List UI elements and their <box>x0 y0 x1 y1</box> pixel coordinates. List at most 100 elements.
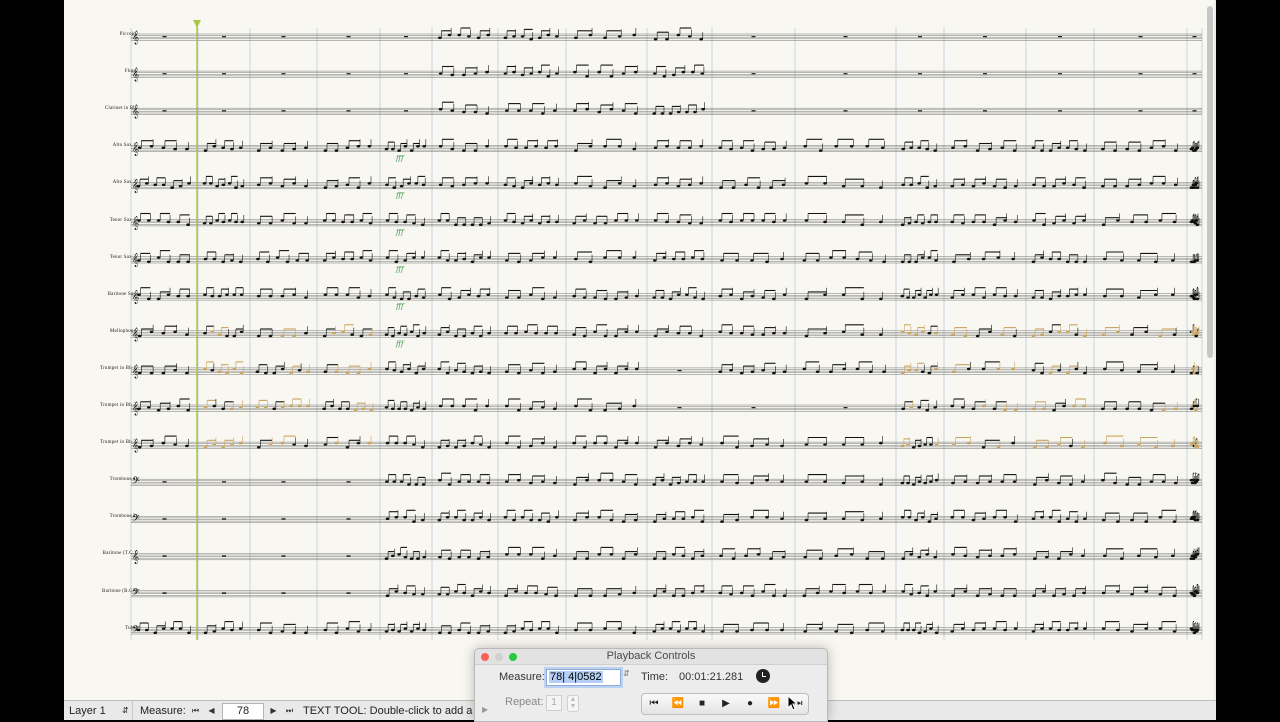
note-head <box>345 293 350 297</box>
note-head <box>1062 182 1066 185</box>
note-head <box>546 520 551 523</box>
note-head <box>729 220 733 224</box>
note-head <box>1072 404 1076 408</box>
note-head <box>603 222 608 225</box>
note-head <box>1040 296 1044 299</box>
note-head <box>1000 480 1005 483</box>
go-to-start-icon[interactable]: ⏮ <box>642 694 666 714</box>
note-head <box>1116 330 1120 334</box>
pal-measure-label: Measure: <box>499 671 545 683</box>
note-head <box>1074 627 1079 630</box>
stop-icon[interactable]: ■ <box>690 694 714 714</box>
note-head <box>1193 408 1198 412</box>
note-head <box>384 147 389 151</box>
note-head <box>720 520 724 523</box>
note-head <box>512 630 516 633</box>
note-head <box>1048 257 1053 261</box>
note-head <box>652 630 657 633</box>
note-head <box>1057 294 1061 298</box>
note-head <box>504 331 508 335</box>
note-head <box>186 223 190 226</box>
note-head <box>1000 554 1005 558</box>
note-head <box>574 36 578 40</box>
note-head <box>700 520 705 523</box>
note-head <box>1137 407 1142 411</box>
note-head <box>268 146 273 149</box>
note-head <box>149 330 154 334</box>
disclosure-triangle-icon[interactable]: ▶ <box>482 705 488 714</box>
zoom-window-icon[interactable] <box>509 653 517 661</box>
play-icon[interactable]: ▶ <box>714 694 738 714</box>
note-head <box>553 370 557 374</box>
playback-measure-field[interactable]: 78| 4|0582 <box>546 669 621 686</box>
whole-rest-icon <box>983 110 987 112</box>
note-head <box>804 518 809 522</box>
score-canvas[interactable]: 𝄞𝄞𝄞𝄞fff𝄞fff𝄞fff𝄞fff𝄞fff𝄞fff𝄞𝄞𝄞𝄢𝄢𝄞𝄢𝄢 <box>64 0 1214 700</box>
note-head <box>632 404 637 408</box>
fast-forward-icon[interactable]: ⏩ <box>762 694 786 714</box>
note-head <box>230 147 234 151</box>
vertical-scrollbar[interactable] <box>1207 6 1213 358</box>
note-head <box>739 371 744 375</box>
note-head <box>729 331 733 335</box>
note-head <box>829 256 833 259</box>
note-head <box>438 478 442 482</box>
measure-field[interactable]: 78 <box>222 703 264 720</box>
note-head <box>353 408 358 412</box>
note-head <box>609 553 614 556</box>
last-measure-icon[interactable]: ⏭ <box>283 704 296 717</box>
note-head <box>203 149 208 152</box>
next-measure-icon[interactable]: ▶ <box>267 704 280 717</box>
note-head <box>1195 297 1200 301</box>
note-head <box>332 331 336 335</box>
layer-select[interactable]: Layer 1 ⇵ <box>67 701 133 720</box>
note-head <box>731 557 736 560</box>
note-head <box>735 259 739 262</box>
record-icon[interactable]: ● <box>738 694 762 714</box>
note-head <box>739 297 744 301</box>
note-head <box>823 293 827 297</box>
minimize-window-icon[interactable] <box>495 653 503 661</box>
note-head <box>394 260 399 264</box>
note-head <box>1191 367 1195 371</box>
note-head <box>603 256 607 259</box>
note-head <box>1013 408 1018 412</box>
whole-rest-icon <box>346 481 351 483</box>
note-head <box>146 297 151 301</box>
note-head <box>391 554 395 558</box>
note-head <box>529 182 533 185</box>
note-head <box>1101 627 1106 630</box>
note-head <box>676 481 681 485</box>
note-head <box>1120 369 1124 372</box>
close-window-icon[interactable] <box>481 653 489 661</box>
note-head <box>1113 149 1117 152</box>
dynamic-marking: fff <box>395 266 405 274</box>
note-head <box>462 257 466 261</box>
note-head <box>1101 184 1105 188</box>
note-head <box>292 293 296 297</box>
clock-icon[interactable] <box>756 669 770 683</box>
note-head <box>292 222 296 225</box>
rewind-icon[interactable]: ⏪ <box>666 694 690 714</box>
note-head <box>975 555 980 559</box>
note-head <box>367 367 372 371</box>
note-head <box>487 518 491 522</box>
note-head <box>1194 334 1198 338</box>
layer-select-label: Layer 1 <box>69 705 106 717</box>
note-head <box>634 441 639 445</box>
note-head <box>438 72 443 75</box>
note-head <box>927 256 932 259</box>
note-head <box>350 333 354 336</box>
note-head <box>823 331 827 335</box>
first-measure-icon[interactable]: ⏮ <box>189 704 202 717</box>
note-head <box>517 408 521 412</box>
measure-stepper-icon[interactable]: ⇵ <box>623 669 630 678</box>
previous-measure-icon[interactable]: ◀ <box>205 704 218 717</box>
note-head <box>739 331 744 335</box>
note-head <box>514 146 518 149</box>
score-page[interactable]: 𝄞 𝄞 𝄞 𝄞 fff 𝄞 fff 𝄞 fff 𝄞 fff 𝄞 fff 𝄞 fff 𝄞 𝄞 𝄞 𝄢 𝄢 𝄞 𝄢 𝄢 Picc… <box>64 0 1214 700</box>
playback-cursor-handle[interactable] <box>193 20 201 28</box>
note-head <box>982 296 986 299</box>
whole-rest-icon <box>281 592 286 594</box>
note-head <box>1195 186 1200 189</box>
